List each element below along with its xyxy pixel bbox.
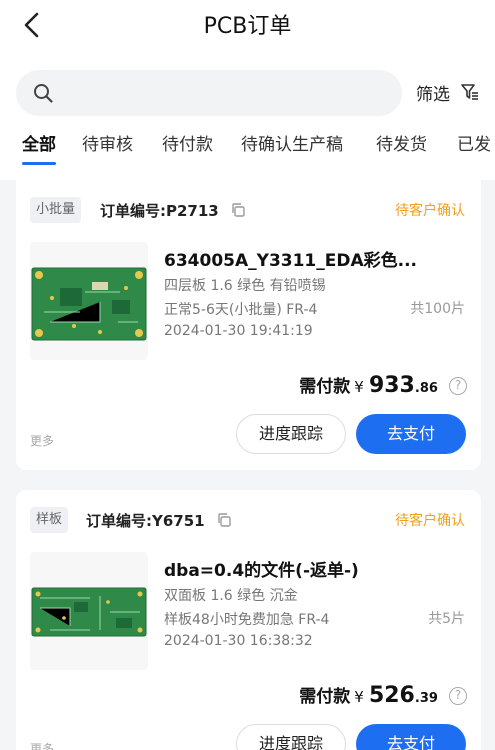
order-date: 2024-01-30 16:38:32: [164, 633, 313, 649]
pcb-board-image: [31, 267, 147, 341]
board-spec: 四层板 1.6 绿色 有铅喷锡: [164, 278, 326, 294]
payment-summary: 需付款 ¥ 526.39 ?: [299, 682, 467, 712]
copy-icon[interactable]: [216, 512, 232, 528]
order-status: 待客户确认: [395, 513, 465, 529]
page-title: PCB订单: [203, 14, 292, 39]
help-icon[interactable]: ?: [449, 377, 467, 395]
order-card[interactable]: 小批量 订单编号:P2713 待客户确认 634005A_Y3311_EDA彩色…: [16, 180, 481, 470]
order-type-badge: 样板: [30, 507, 69, 533]
pcb-board-image: [31, 587, 147, 637]
nav-bar: PCB订单: [0, 0, 495, 52]
track-progress-button[interactable]: 进度跟踪: [236, 414, 346, 454]
tab-shipped[interactable]: 已发: [457, 130, 491, 155]
order-card[interactable]: 样板 订单编号:Y6751 待客户确认 dba=0.4的文件(-返单-) 双面板…: [16, 490, 481, 750]
amount-due-label: 需付款: [299, 687, 351, 707]
search-box[interactable]: [16, 70, 402, 116]
tab-pending-payment[interactable]: 待付款: [162, 130, 213, 155]
order-date: 2024-01-30 19:41:19: [164, 323, 313, 339]
filter-button[interactable]: 筛选: [416, 80, 450, 105]
help-icon[interactable]: ?: [449, 687, 467, 705]
quantity: 共5片: [428, 611, 465, 627]
tab-pending-confirm-production[interactable]: 待确认生产稿: [241, 130, 343, 155]
pcb-thumbnail[interactable]: [30, 242, 148, 360]
track-progress-button[interactable]: 进度跟踪: [236, 724, 346, 750]
amount-due-label: 需付款: [299, 377, 351, 397]
status-tabs: 全部 待审核 待付款 待确认生产稿 待发货 已发: [0, 128, 495, 168]
lead-time-spec: 正常5-6天(小批量) FR-4: [164, 302, 318, 318]
search-row: 筛选: [16, 70, 483, 116]
amount-integer: 933: [368, 373, 415, 398]
currency-symbol: ¥: [354, 688, 364, 706]
order-number: 订单编号:Y6751: [86, 512, 205, 530]
order-type-badge: 小批量: [30, 197, 82, 223]
board-spec: 双面板 1.6 绿色 沉金: [164, 588, 298, 604]
product-name: 634005A_Y3311_EDA彩色...: [164, 251, 418, 271]
lead-time-spec: 样板48小时免费加急 FR-4: [164, 612, 330, 628]
order-number: 订单编号:P2713: [100, 202, 219, 220]
pcb-thumbnail[interactable]: [30, 552, 148, 670]
filter-icon[interactable]: [460, 82, 480, 102]
tab-pending-shipment[interactable]: 待发货: [376, 130, 427, 155]
more-link[interactable]: 更多: [30, 740, 54, 750]
amount-decimal: .86: [414, 381, 438, 396]
search-icon: [34, 84, 53, 103]
copy-icon[interactable]: [230, 202, 246, 218]
more-link[interactable]: 更多: [30, 432, 54, 449]
top-bar: PCB订单 筛选 全部 待审核 待付款 待确认生产稿 待发货 已发: [0, 0, 495, 180]
order-status: 待客户确认: [395, 203, 465, 219]
currency-symbol: ¥: [354, 378, 364, 396]
payment-summary: 需付款 ¥ 933.86 ?: [299, 372, 467, 402]
search-input[interactable]: [64, 70, 384, 116]
pay-button[interactable]: 去支付: [356, 414, 466, 454]
quantity: 共100片: [410, 301, 465, 317]
tab-all[interactable]: 全部: [22, 130, 56, 155]
product-name: dba=0.4的文件(-返单-): [164, 561, 359, 581]
pay-button[interactable]: 去支付: [356, 724, 466, 750]
amount-decimal: .39: [414, 691, 438, 706]
amount-integer: 526: [368, 683, 415, 708]
active-tab-indicator: [22, 162, 56, 165]
tab-pending-review[interactable]: 待审核: [82, 130, 133, 155]
